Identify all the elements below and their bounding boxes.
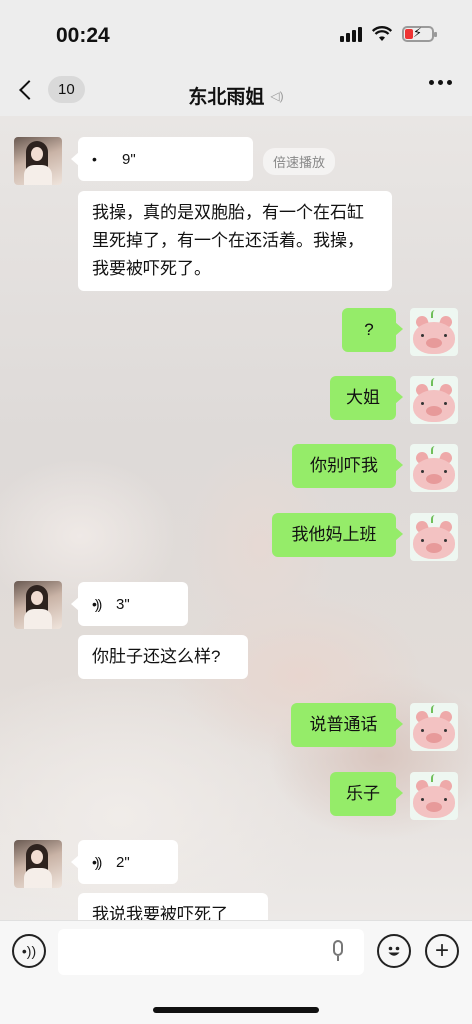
charging-bolt-icon: ⚡ xyxy=(413,25,423,40)
more-dot xyxy=(429,80,434,85)
received-message-bubble[interactable]: 我说我要被吓死了 xyxy=(78,893,268,920)
sent-message-bubble[interactable]: ? xyxy=(342,308,403,352)
my-avatar[interactable] xyxy=(410,444,458,492)
received-message-bubble[interactable]: 你肚子还这么样? xyxy=(78,635,248,679)
voice-wave-icon: •)) xyxy=(92,596,102,612)
input-bar: •)) + xyxy=(0,920,472,1024)
my-avatar[interactable] xyxy=(410,772,458,820)
voice-message-bubble[interactable]: •)) 2" xyxy=(71,840,178,884)
voice-wave-icon: •)) xyxy=(21,943,37,959)
earpiece-mode-icon: ◁) xyxy=(270,88,284,103)
message-input[interactable] xyxy=(58,929,364,975)
sent-message-bubble[interactable]: 乐子 xyxy=(330,772,403,816)
speed-playback-button[interactable]: 倍速播放 xyxy=(263,148,336,175)
cellular-signal-icon xyxy=(340,26,362,42)
voice-duration: 3" xyxy=(116,595,130,613)
emoji-button[interactable] xyxy=(377,934,411,968)
sent-message-bubble[interactable]: 大姐 xyxy=(330,376,403,420)
received-message-bubble[interactable]: 我操，真的是双胞胎，有一个在石缸里死掉了，有一个在还活着。我操，我要被吓死了。 xyxy=(78,191,392,291)
plus-icon: + xyxy=(434,937,449,964)
home-indicator xyxy=(153,1007,319,1013)
chat-message-list[interactable]: • 9" 倍速播放 我操，真的是双胞胎，有一个在石缸里死掉了，有一个在还活着。我… xyxy=(0,116,472,920)
voice-duration: 9" xyxy=(122,150,136,168)
voice-message-bubble[interactable]: • 9" xyxy=(71,137,253,181)
microphone-icon[interactable] xyxy=(332,940,344,964)
my-avatar[interactable] xyxy=(410,308,458,356)
my-avatar[interactable] xyxy=(410,376,458,424)
voice-duration: 2" xyxy=(116,853,130,871)
voice-wave-icon: • xyxy=(92,151,97,167)
more-dot xyxy=(447,80,452,85)
emoji-icon xyxy=(388,946,400,956)
sent-message-bubble[interactable]: 说普通话 xyxy=(291,703,403,747)
sent-message-bubble[interactable]: 我他妈上班 xyxy=(272,513,403,557)
plus-button[interactable]: + xyxy=(425,934,459,968)
voice-message-bubble[interactable]: •)) 3" xyxy=(71,582,188,626)
more-options-button[interactable] xyxy=(429,80,452,85)
wifi-icon xyxy=(372,26,392,41)
nav-bar: 10 东北雨姐 ◁) xyxy=(0,70,472,116)
status-icons: ⚡ xyxy=(340,25,437,42)
sent-message-bubble[interactable]: 你别吓我 xyxy=(292,444,403,488)
contact-avatar[interactable] xyxy=(14,581,62,629)
voice-input-toggle-button[interactable]: •)) xyxy=(12,934,46,968)
my-avatar[interactable] xyxy=(410,513,458,561)
my-avatar[interactable] xyxy=(410,703,458,751)
battery-icon: ⚡ xyxy=(402,25,437,42)
status-bar: 00:24 ⚡ xyxy=(0,0,472,70)
contact-avatar[interactable] xyxy=(14,137,62,185)
contact-avatar[interactable] xyxy=(14,840,62,888)
chat-title: 东北雨姐 xyxy=(188,87,265,108)
more-dot xyxy=(438,80,443,85)
voice-wave-icon: •)) xyxy=(92,854,102,870)
status-time: 00:24 xyxy=(56,24,110,47)
